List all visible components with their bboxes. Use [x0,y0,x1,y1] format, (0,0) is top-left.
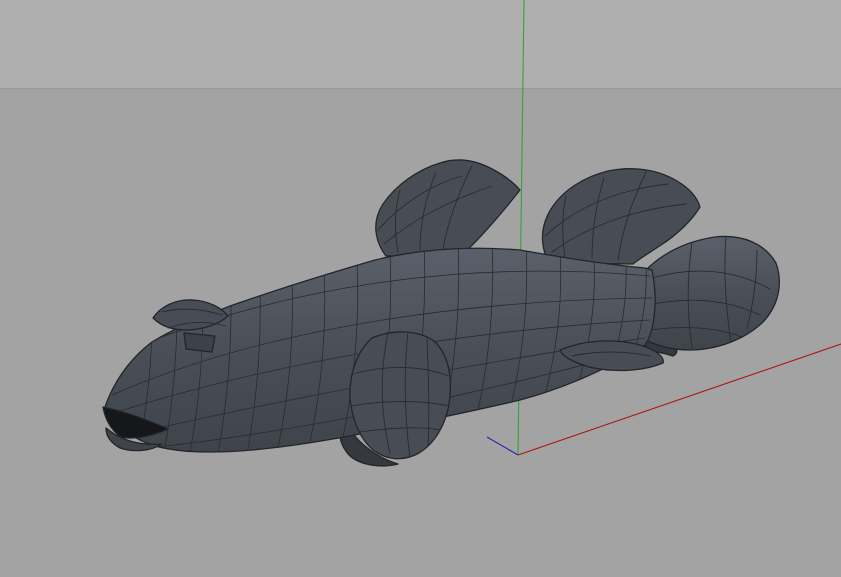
viewport[interactable] [0,0,841,577]
viewport-background-top-band [0,0,841,88]
viewport-canvas[interactable] [0,0,841,577]
eye [183,332,216,353]
